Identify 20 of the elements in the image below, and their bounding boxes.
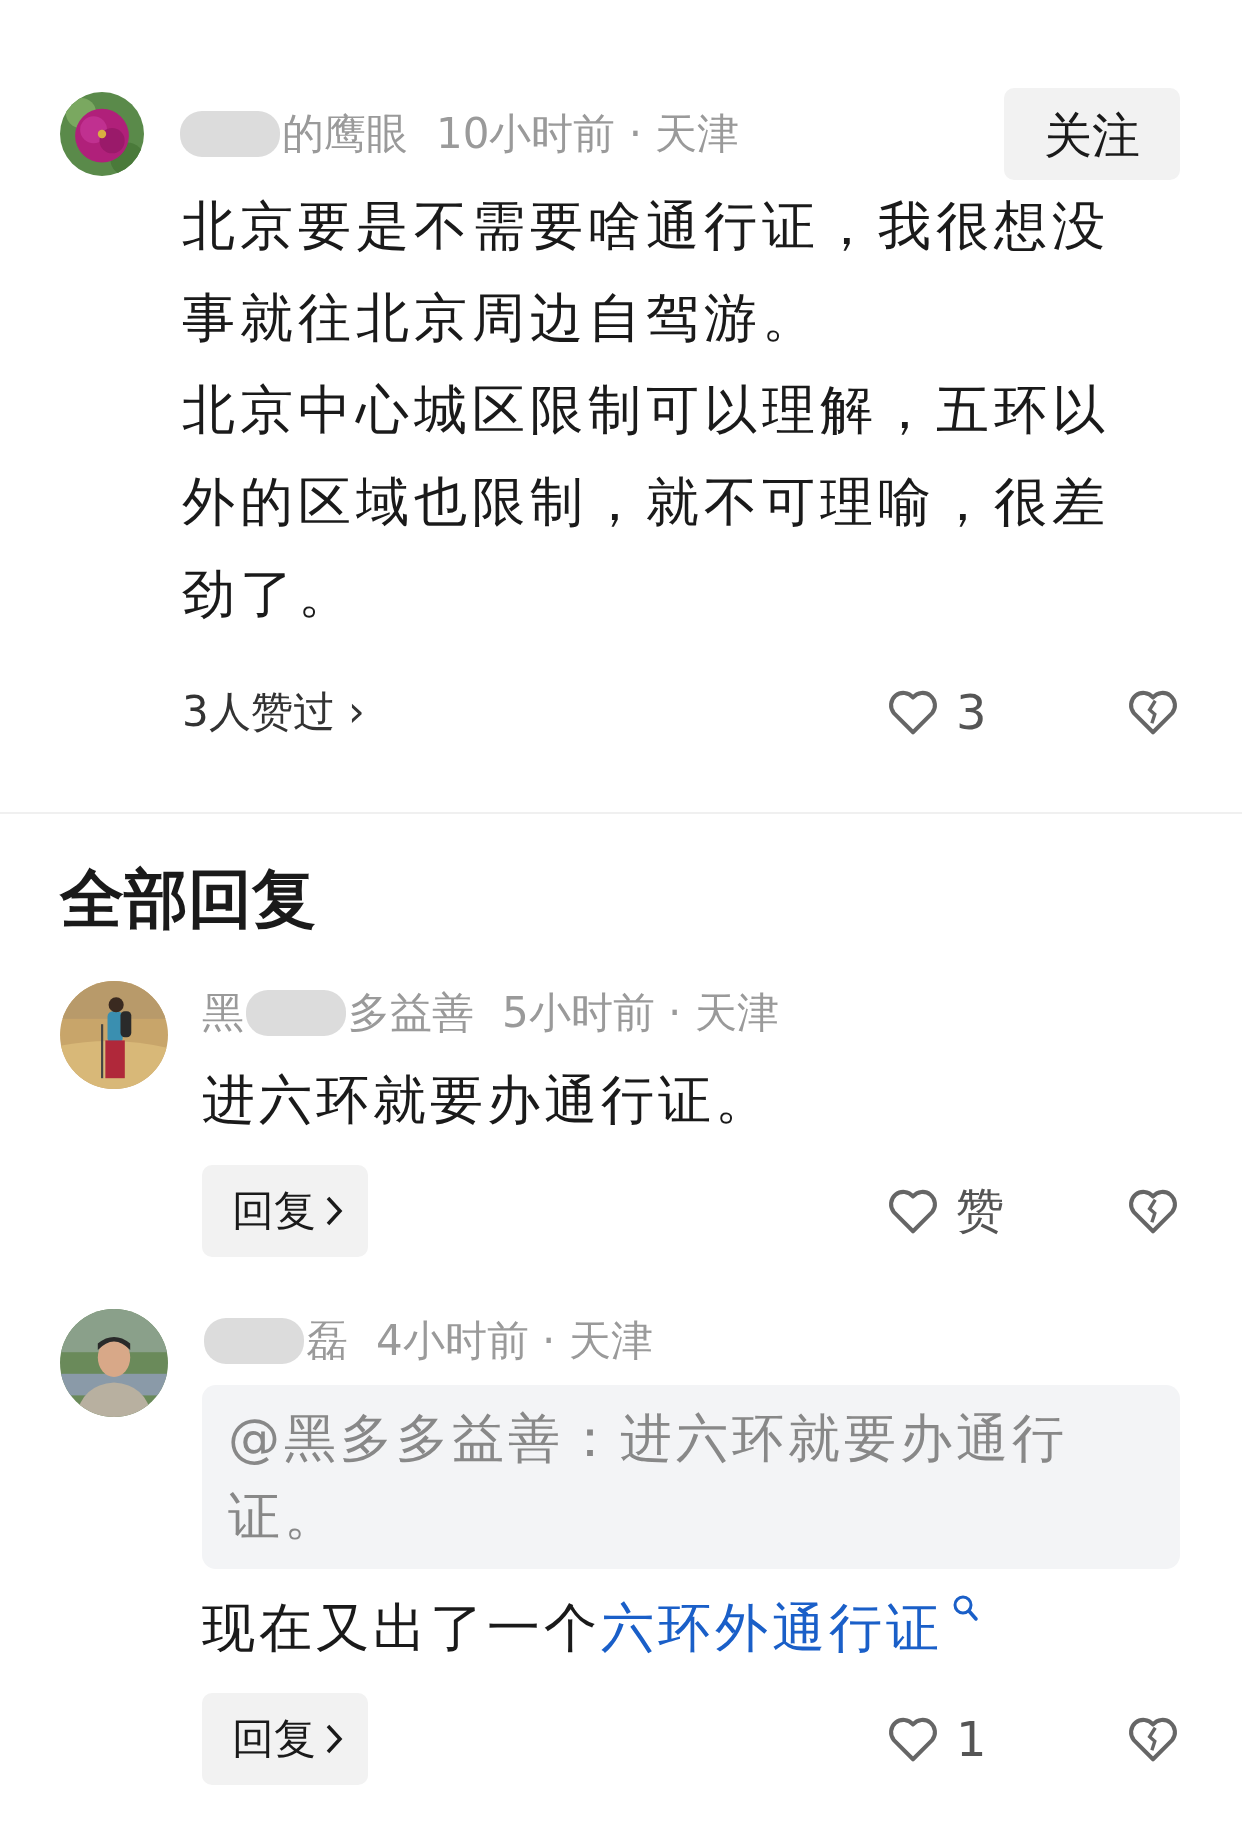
quoted-comment: @黑多多益善：进六环就要办通行证。	[202, 1385, 1180, 1569]
search-link[interactable]: 六环外通行证	[601, 1593, 943, 1665]
like-count: 1	[956, 1711, 987, 1767]
comment-meta: 4小时前 · 天津	[376, 1315, 653, 1367]
comment-meta: 5小时前 · 天津	[502, 987, 779, 1039]
comment-text: 北京中心城区限制可以理解，五环以外的区域也限制，就不可理喻，很差劲了。	[182, 378, 1111, 626]
follow-button[interactable]: 关注	[1004, 88, 1180, 180]
comment-text: 北京要是不需要啥通行证，我很想没事就往北京周边自驾游。	[182, 194, 1111, 350]
like-count: 3	[956, 684, 987, 740]
likers-link[interactable]: 3人赞过 ›	[182, 684, 886, 740]
reply-text: 现在又出了一个	[202, 1596, 601, 1660]
chevron-icon	[324, 1194, 344, 1228]
comment-meta: 10小时前 · 天津	[436, 108, 740, 160]
reply-button[interactable]: 回复	[202, 1165, 368, 1257]
chevron-icon	[324, 1722, 344, 1756]
section-title: 全部回复	[60, 861, 317, 938]
reply-text: 进六环就要办通行证。	[202, 1068, 772, 1132]
like-count: 赞	[956, 1181, 1004, 1240]
reply-button[interactable]: 回复	[202, 1693, 368, 1785]
search-icon[interactable]	[951, 1593, 979, 1623]
